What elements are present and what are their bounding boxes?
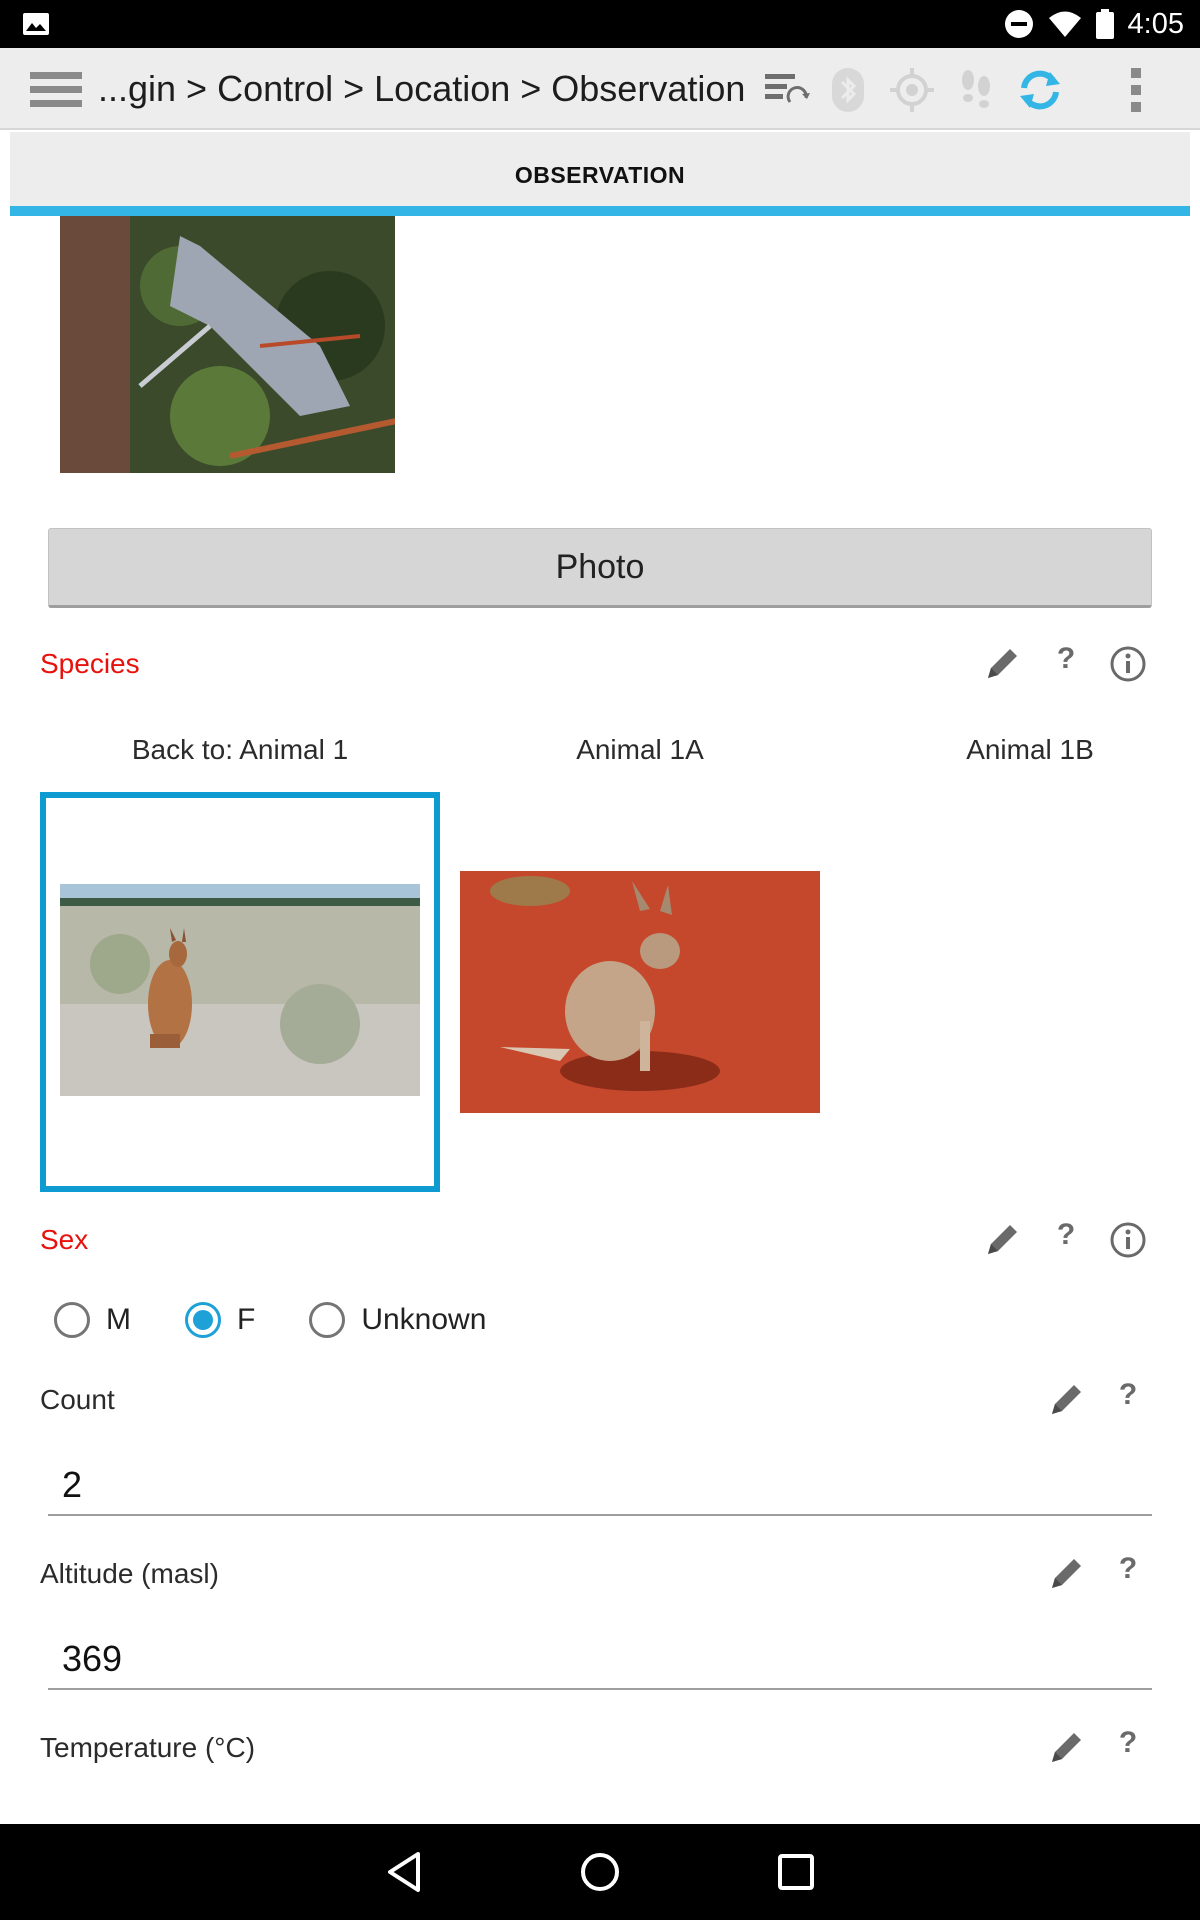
sync-list-icon[interactable] bbox=[760, 64, 812, 116]
sex-option-label: Unknown bbox=[361, 1303, 487, 1336]
count-label: Count bbox=[40, 1384, 115, 1415]
recents-icon[interactable] bbox=[772, 1848, 820, 1896]
help-icon[interactable]: ? bbox=[1046, 642, 1086, 682]
pencil-icon[interactable] bbox=[1046, 1728, 1086, 1768]
bluetooth-icon[interactable] bbox=[822, 64, 874, 116]
radio-circle-checked[interactable] bbox=[185, 1302, 221, 1338]
help-icon[interactable]: ? bbox=[1108, 1552, 1148, 1592]
sex-option-label: F bbox=[237, 1303, 256, 1336]
species-option-animal-1a[interactable] bbox=[460, 871, 820, 1113]
temperature-label: Temperature (°C) bbox=[40, 1732, 256, 1763]
sync-icon[interactable] bbox=[1014, 64, 1066, 116]
sex-option-label: M bbox=[106, 1303, 131, 1336]
sex-label: Sex bbox=[40, 1224, 89, 1255]
tab-label: OBSERVATION bbox=[514, 162, 686, 188]
count-field[interactable]: 2 bbox=[48, 1452, 1152, 1516]
sex-radio-unknown[interactable]: Unknown bbox=[309, 1302, 486, 1338]
pencil-icon[interactable] bbox=[1046, 1380, 1086, 1420]
species-tab-animal-1a[interactable]: Animal 1A bbox=[460, 734, 820, 766]
tracking-footsteps-icon[interactable] bbox=[950, 64, 1002, 116]
help-icon[interactable]: ? bbox=[1108, 1726, 1148, 1766]
observation-photo[interactable] bbox=[60, 216, 420, 473]
do-not-disturb-icon bbox=[1004, 10, 1033, 38]
info-icon[interactable] bbox=[1108, 644, 1148, 684]
system-nav-bar bbox=[0, 1824, 1200, 1920]
tab-observation[interactable]: OBSERVATION bbox=[10, 132, 1190, 216]
sex-radio-m[interactable]: M bbox=[54, 1302, 131, 1338]
breadcrumb[interactable]: ...gin > Control > Location > Observatio… bbox=[98, 68, 745, 110]
status-bar: 4:05 bbox=[0, 0, 1200, 48]
image-notification-icon bbox=[23, 13, 49, 35]
pencil-icon[interactable] bbox=[982, 644, 1022, 684]
help-icon[interactable]: ? bbox=[1046, 1218, 1086, 1258]
menu-icon[interactable] bbox=[30, 70, 82, 110]
kangaroo-red-sand-image bbox=[460, 871, 820, 1113]
photo-button[interactable]: Photo bbox=[48, 528, 1152, 608]
sex-radio-group: M F Unknown bbox=[54, 1302, 540, 1338]
sex-radio-f[interactable]: F bbox=[185, 1302, 255, 1338]
species-tab-back[interactable]: Back to: Animal 1 bbox=[40, 734, 440, 766]
battery-icon bbox=[1095, 9, 1114, 39]
toolbar: ...gin > Control > Location > Observatio… bbox=[0, 48, 1200, 130]
gps-icon[interactable] bbox=[886, 64, 938, 116]
help-icon[interactable]: ? bbox=[1108, 1378, 1148, 1418]
kangaroo-grassland-image bbox=[60, 884, 420, 1096]
radio-circle[interactable] bbox=[309, 1302, 346, 1338]
altitude-label: Altitude (masl) bbox=[40, 1558, 219, 1589]
species-option-selected[interactable] bbox=[40, 792, 440, 1192]
info-icon[interactable] bbox=[1108, 1220, 1148, 1260]
pencil-icon[interactable] bbox=[982, 1220, 1022, 1260]
back-icon[interactable] bbox=[380, 1848, 428, 1896]
radio-circle[interactable] bbox=[54, 1302, 90, 1338]
overflow-menu-icon[interactable] bbox=[1110, 64, 1162, 116]
wifi-icon bbox=[1048, 11, 1081, 37]
home-icon[interactable] bbox=[576, 1848, 624, 1896]
observation-form[interactable]: Photo Species ? Back to: Animal 1 Animal… bbox=[10, 216, 1190, 1824]
clock: 4:05 bbox=[1127, 7, 1184, 40]
altitude-field[interactable]: 369 bbox=[48, 1626, 1152, 1690]
tab-indicator bbox=[10, 206, 1190, 216]
species-label: Species bbox=[40, 648, 140, 679]
pencil-icon[interactable] bbox=[1046, 1554, 1086, 1594]
species-tab-animal-1b[interactable]: Animal 1B bbox=[860, 734, 1190, 766]
